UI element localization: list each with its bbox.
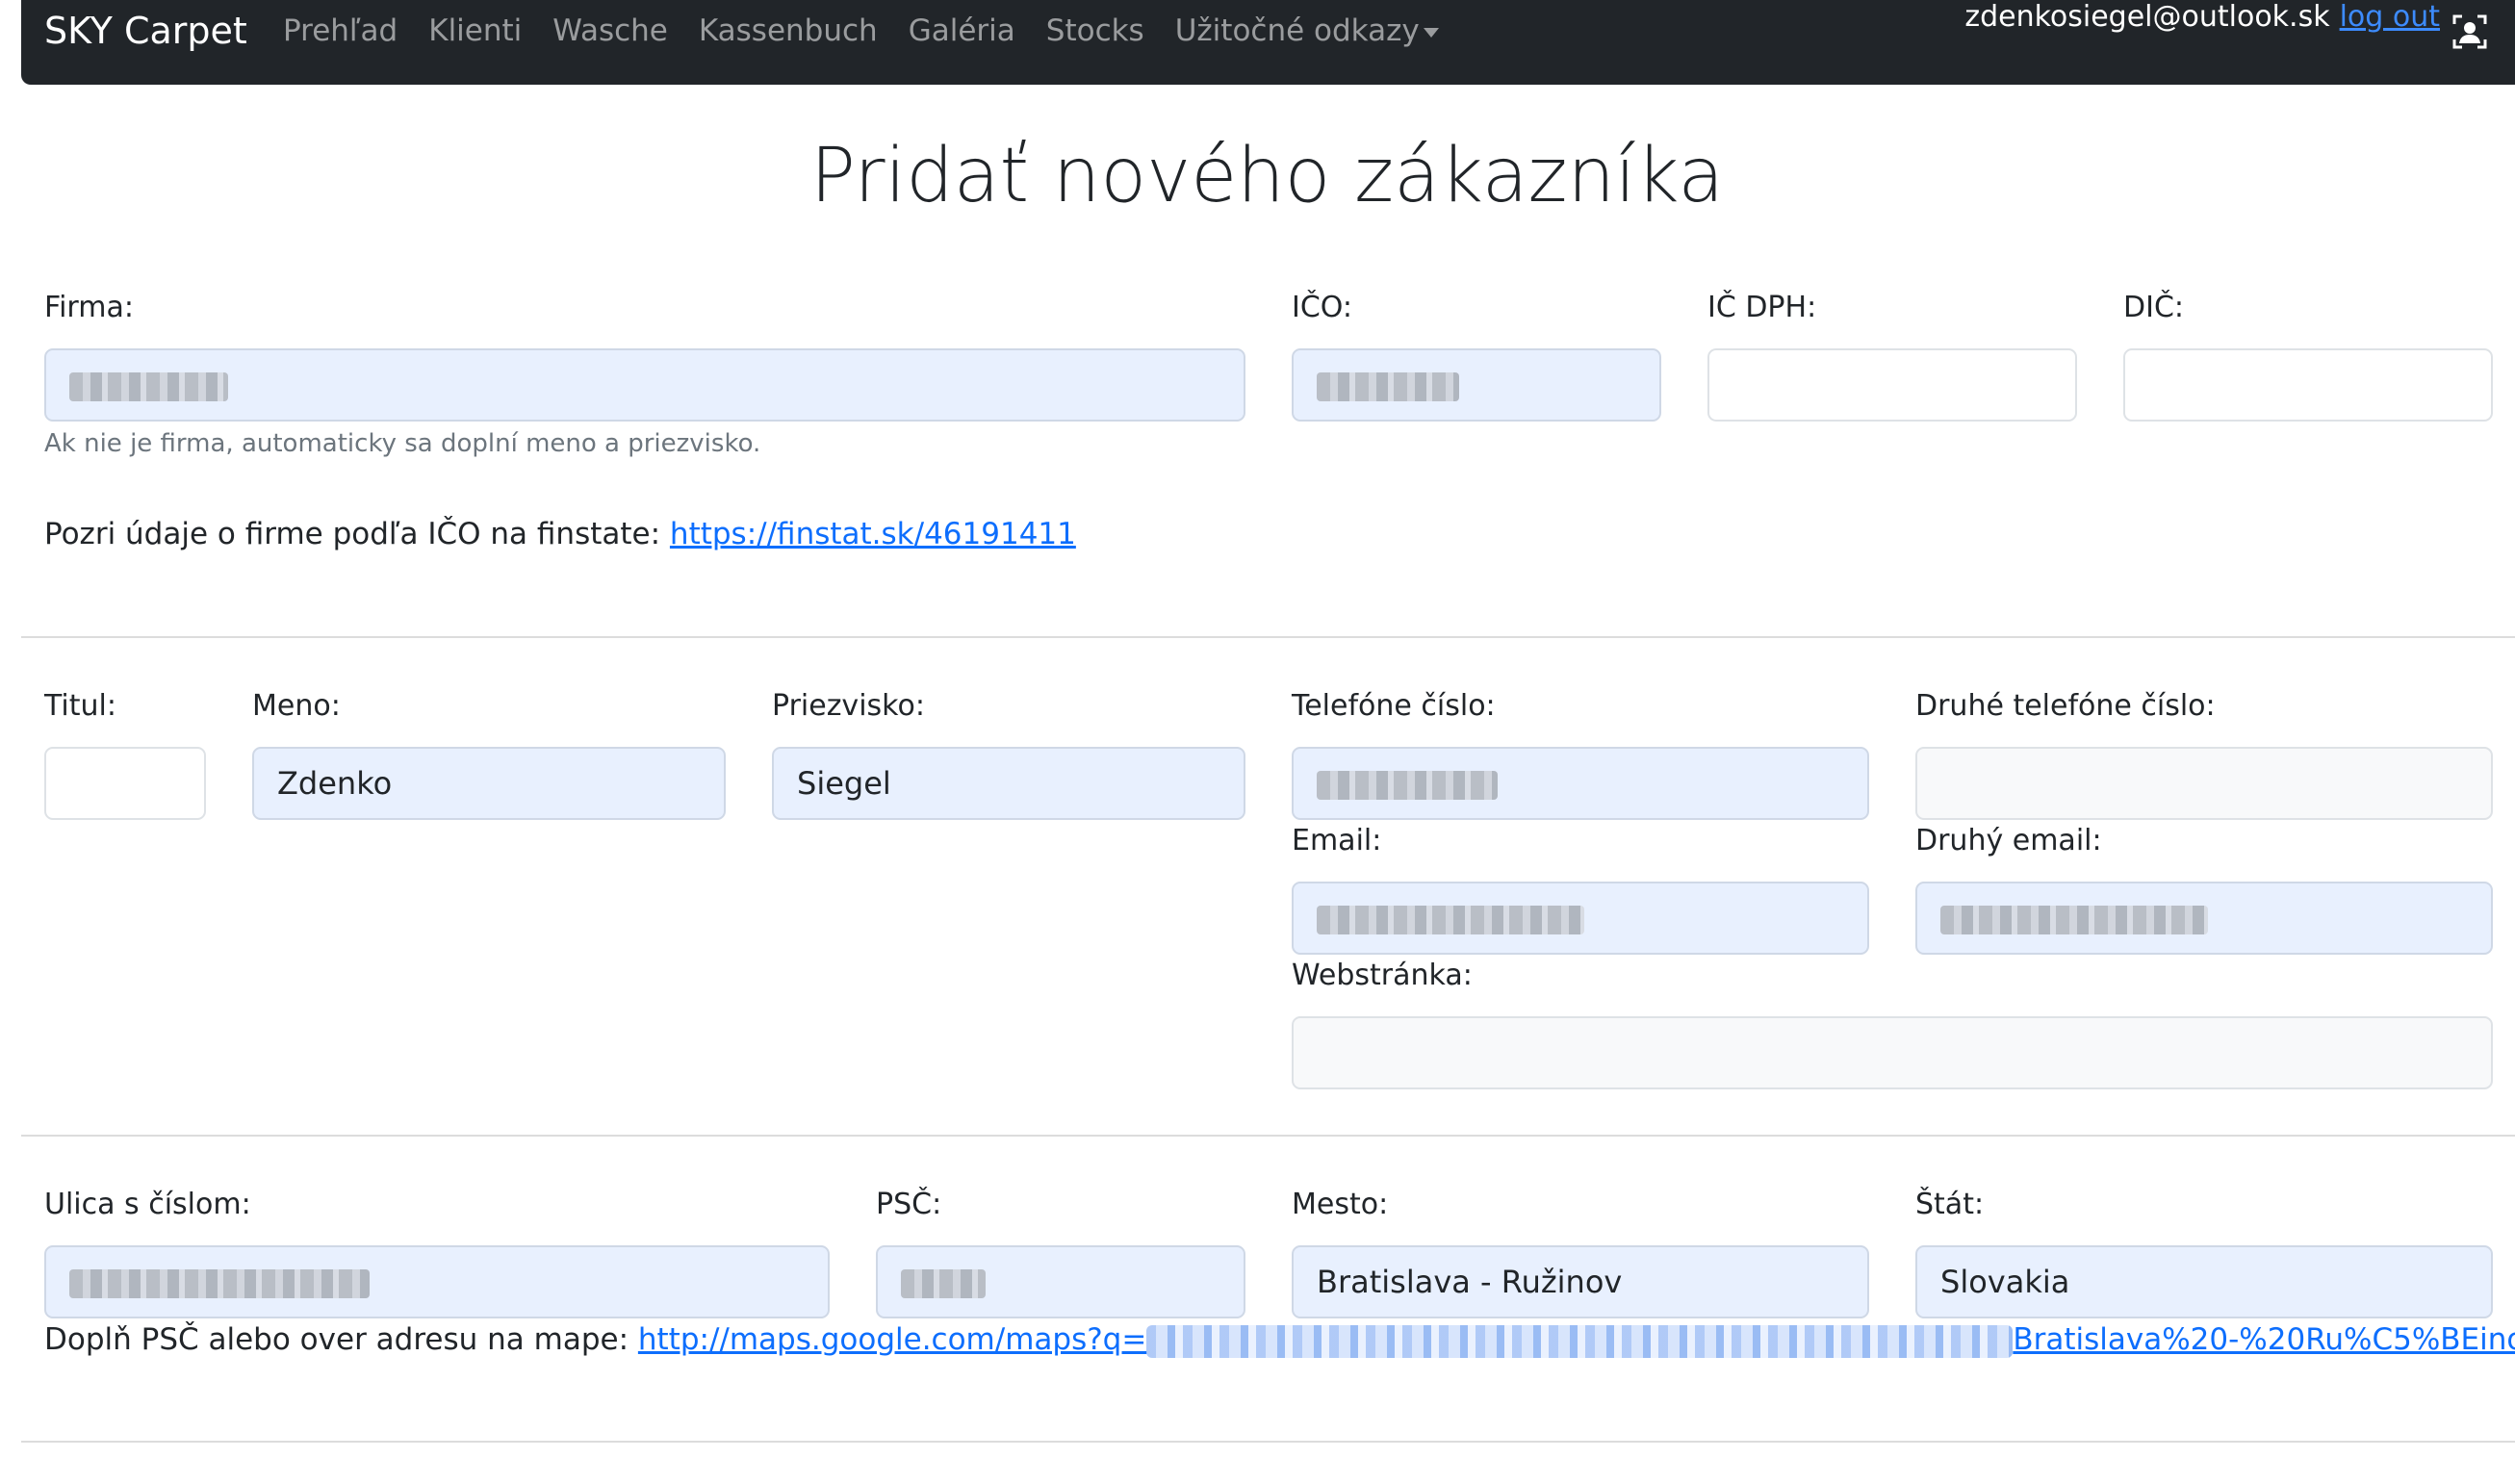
psc-label: PSČ: — [876, 1188, 942, 1221]
finstat-line: Pozri údaje o firme podľa IČO na finstat… — [44, 517, 1076, 551]
map-link-start: http://maps.google.com/maps?q= — [637, 1322, 1147, 1357]
map-text: Doplň PSČ alebo over adresu na mape: — [44, 1322, 638, 1357]
priezvisko-label: Priezvisko: — [772, 689, 925, 723]
stat-label: Štát: — [1915, 1188, 1985, 1221]
divider — [21, 1441, 2515, 1443]
ulica-input[interactable] — [44, 1245, 830, 1318]
telefon-label: Telefóne číslo: — [1292, 689, 1496, 723]
telefon-input[interactable] — [1292, 747, 1869, 820]
redacted-value — [1146, 1324, 2014, 1358]
redacted-value — [1317, 906, 1584, 934]
ico-label: IČO: — [1292, 291, 1352, 324]
nav-links: Prehľad Klienti Wasche Kassenbuch Galéri… — [283, 13, 1470, 48]
map-line: Doplň PSČ alebo over adresu na mape: htt… — [44, 1322, 2515, 1358]
email2-input[interactable] — [1915, 882, 2493, 955]
nav-link-prehlad[interactable]: Prehľad — [283, 13, 398, 48]
nav-dropdown-uzitocne-odkazy[interactable]: Užitočné odkazy — [1175, 13, 1439, 48]
nav-link-wasche[interactable]: Wasche — [552, 13, 668, 48]
nav-dropdown-label: Užitočné odkazy — [1174, 13, 1420, 48]
chevron-down-icon — [1423, 27, 1439, 38]
telefon2-input[interactable] — [1915, 747, 2493, 820]
redacted-value — [69, 372, 228, 401]
mesto-input[interactable]: Bratislava - Ružinov — [1292, 1245, 1869, 1318]
nav-link-klienti[interactable]: Klienti — [428, 13, 522, 48]
divider — [21, 636, 2515, 638]
meno-input[interactable]: Zdenko — [252, 747, 726, 820]
psc-input[interactable] — [876, 1245, 1245, 1318]
user-area: zdenkosiegel@outlook.sk log out — [1964, 0, 2488, 50]
redacted-value — [1940, 906, 2208, 934]
nav-link-galeria[interactable]: Galéria — [909, 13, 1015, 48]
web-label: Webstránka: — [1292, 959, 1473, 992]
logout-link[interactable]: log out — [2340, 0, 2440, 34]
brand-logo[interactable]: SKY Carpet — [44, 10, 247, 52]
titul-label: Titul: — [44, 689, 116, 723]
page-title: Pridať nového zákazníka — [809, 133, 1725, 219]
firma-label: Firma: — [44, 291, 134, 324]
redacted-value — [1317, 771, 1498, 800]
stat-input[interactable]: Slovakia — [1915, 1245, 2493, 1318]
finstat-link[interactable]: https://finstat.sk/46191411 — [670, 517, 1076, 551]
meno-label: Meno: — [252, 689, 341, 723]
web-input[interactable] — [1292, 1016, 2493, 1089]
titul-input[interactable] — [44, 747, 206, 820]
email2-label: Druhý email: — [1915, 824, 2102, 857]
email-input[interactable] — [1292, 882, 1869, 955]
telefon2-label: Druhé telefóne číslo: — [1915, 689, 2216, 723]
finstat-text: Pozri údaje o firme podľa IČO na finstat… — [44, 517, 670, 551]
ulica-label: Ulica s číslom: — [44, 1188, 251, 1221]
navbar: SKY Carpet Prehľad Klienti Wasche Kassen… — [21, 0, 2515, 85]
nav-link-kassenbuch[interactable]: Kassenbuch — [699, 13, 878, 48]
nav-link-stocks[interactable]: Stocks — [1046, 13, 1144, 48]
user-email: zdenkosiegel@outlook.sk — [1964, 0, 2330, 34]
firma-input[interactable] — [44, 348, 1245, 422]
google-maps-link[interactable]: http://maps.google.com/maps?q= Bratislava… — [637, 1322, 2515, 1358]
dic-label: DIČ: — [2123, 291, 2185, 324]
divider — [21, 1135, 2515, 1137]
icdph-label: IČ DPH: — [1707, 291, 1817, 324]
user-profile-icon[interactable] — [2451, 13, 2488, 50]
redacted-value — [1317, 372, 1459, 401]
ico-input[interactable] — [1292, 348, 1661, 422]
email-label: Email: — [1292, 824, 1382, 857]
firma-help-text: Ak nie je firma, automaticky sa doplní m… — [44, 429, 761, 458]
mesto-label: Mesto: — [1292, 1188, 1389, 1221]
icdph-input[interactable] — [1707, 348, 2077, 422]
dic-input[interactable] — [2123, 348, 2493, 422]
redacted-value — [901, 1269, 986, 1298]
redacted-value — [69, 1269, 370, 1298]
map-link-end: Bratislava%20-%20Ru%C5%BEinov — [2013, 1322, 2515, 1357]
priezvisko-input[interactable]: Siegel — [772, 747, 1245, 820]
